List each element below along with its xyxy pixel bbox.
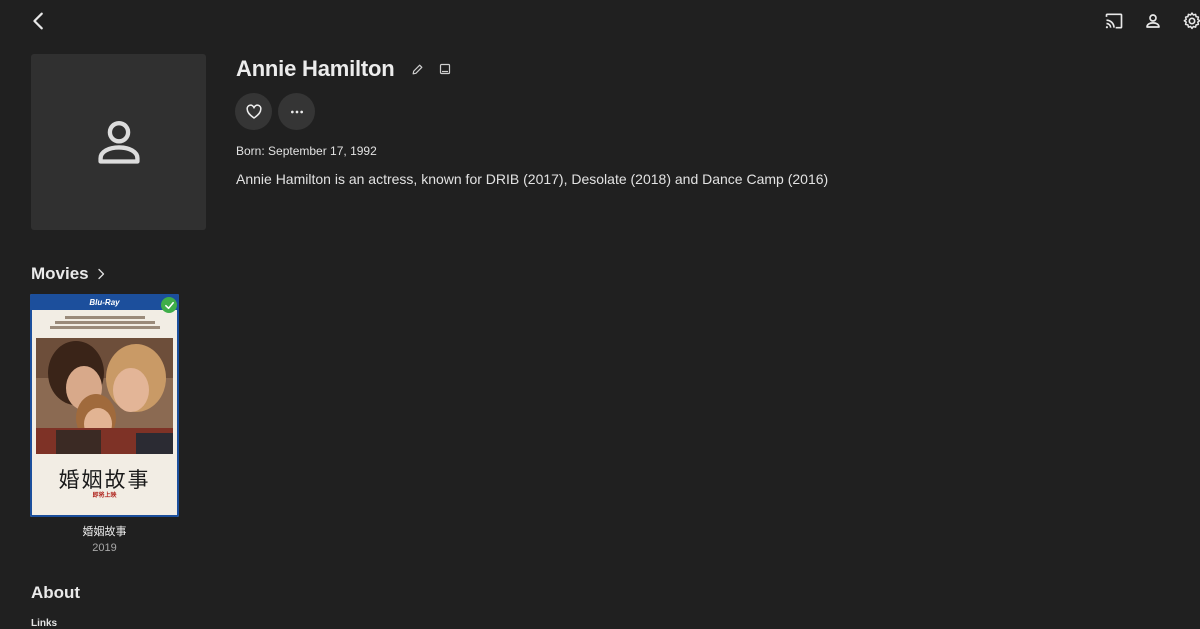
back-button[interactable] (26, 8, 52, 34)
person-overview: Annie Hamilton is an actress, known for … (236, 171, 829, 187)
pencil-icon (412, 64, 422, 74)
chevron-right-icon (95, 267, 107, 281)
cast-icon (1105, 13, 1123, 29)
person-placeholder-icon (97, 120, 140, 164)
cast-button[interactable] (1102, 9, 1126, 33)
heart-icon (245, 103, 262, 119)
settings-button[interactable] (1180, 9, 1200, 33)
links-label: Links (31, 618, 58, 629)
played-badge (161, 297, 177, 313)
more-button[interactable] (278, 93, 315, 130)
favorite-button[interactable] (235, 93, 272, 130)
check-icon (164, 301, 174, 309)
name-row: Annie Hamilton (236, 54, 453, 84)
user-icon (1146, 14, 1160, 28)
movie-year: 2019 (92, 542, 117, 554)
movie-title[interactable]: 婚姻故事 (30, 523, 179, 539)
person-name: Annie Hamilton (236, 56, 395, 81)
movies-section-title: Movies (31, 264, 89, 283)
top-bar (0, 0, 1200, 44)
user-button[interactable] (1141, 9, 1165, 33)
movies-section-header[interactable]: Movies (31, 264, 107, 284)
more-horizontal-icon (290, 110, 303, 113)
birth-date: Born: September 17, 1992 (236, 144, 377, 158)
movie-card[interactable]: Blu-Ray 婚姻故事 即将上映 婚姻故事 2019 (30, 294, 179, 554)
movie-poster[interactable]: Blu-Ray 婚姻故事 即将上映 (30, 294, 179, 517)
about-section-title: About (31, 583, 81, 602)
image-icon (439, 63, 450, 75)
gear-icon (1183, 12, 1200, 30)
person-avatar (31, 54, 206, 230)
chevron-left-icon (33, 12, 43, 30)
edit-images-button[interactable] (439, 62, 453, 76)
poster-border (30, 294, 179, 517)
edit-button[interactable] (411, 62, 425, 76)
